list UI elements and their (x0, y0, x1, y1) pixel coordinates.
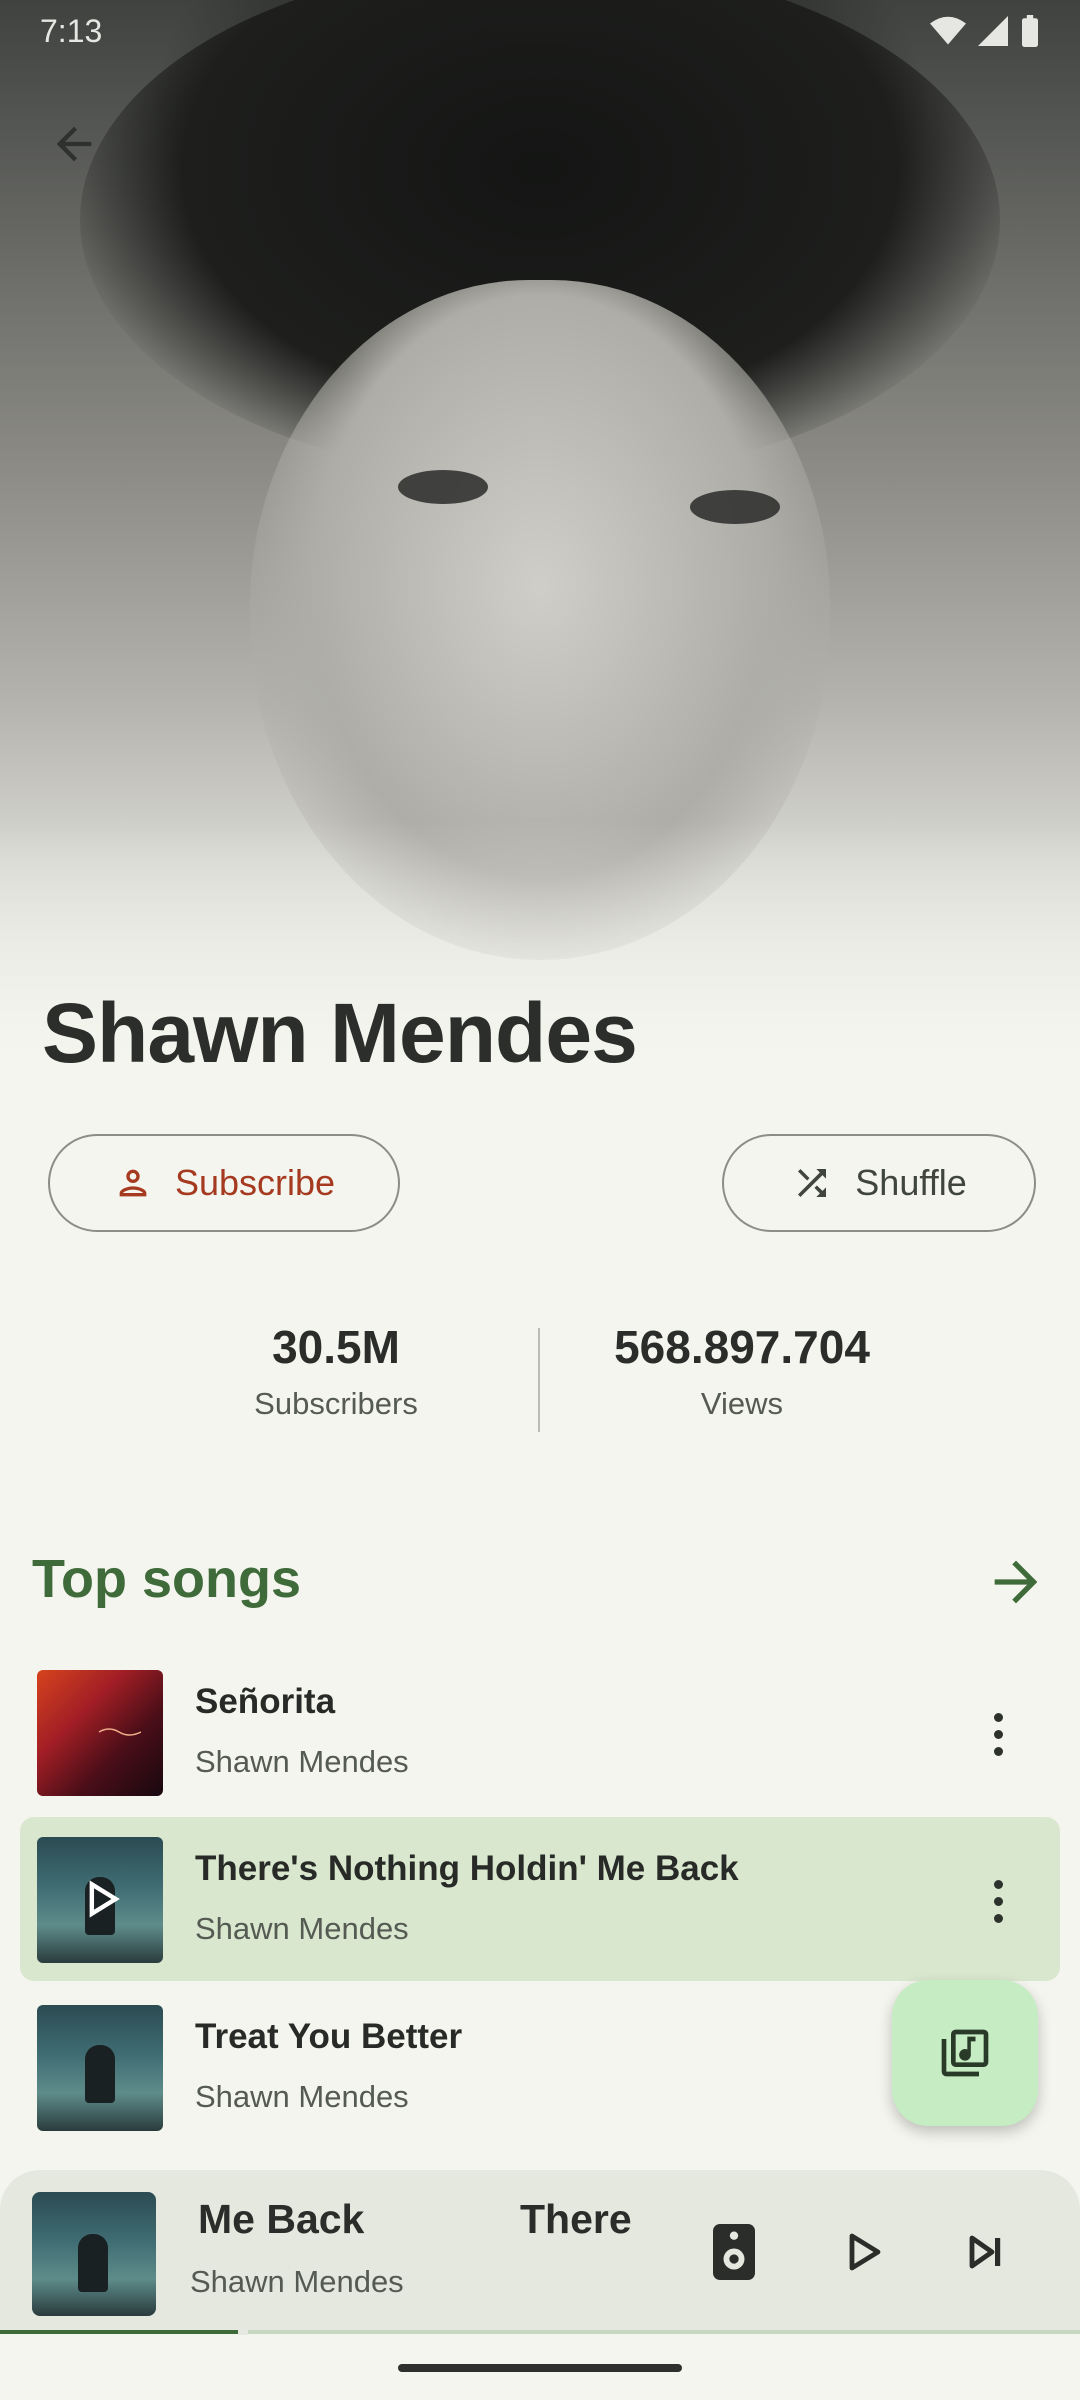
music-library-icon (941, 2029, 989, 2077)
mini-player-title-marquee: There (520, 2196, 632, 2242)
more-vert-icon[interactable] (968, 1861, 1028, 1941)
more-vert-icon[interactable] (968, 1694, 1028, 1774)
artist-name: Shawn Mendes (42, 986, 638, 1080)
mini-player-album-art (32, 2192, 156, 2316)
speaker-button[interactable] (702, 2220, 766, 2284)
artist-stats: 30.5M Subscribers 568.897.704 Views (0, 1320, 1080, 1432)
song-title: Treat You Better (195, 2017, 463, 2056)
song-row-playing[interactable]: There's Nothing Holdin' Me Back Shawn Me… (20, 1817, 1060, 1981)
top-songs-more-button[interactable] (984, 1550, 1048, 1614)
subscribe-label: Subscribe (174, 1162, 336, 1203)
views-label: Views (700, 1386, 784, 1421)
shuffle-icon (798, 1169, 827, 1197)
play-icon (89, 1880, 120, 1918)
wifi-icon (930, 16, 966, 45)
play-button[interactable] (830, 2220, 894, 2284)
playback-progress-fill (0, 2330, 238, 2334)
skip-next-button[interactable] (954, 2220, 1018, 2284)
song-artist: Shawn Mendes (195, 1911, 409, 1946)
views-stat: 568.897.704 Views (592, 1320, 892, 1422)
play-icon (849, 2233, 881, 2271)
album-art (37, 2005, 163, 2131)
arrow-left-icon (56, 126, 92, 162)
album-art (37, 1837, 163, 1963)
mini-player[interactable]: Me Back There Shawn Mendes (0, 2170, 1080, 2330)
stats-divider (538, 1328, 540, 1432)
home-indicator[interactable] (398, 2364, 682, 2372)
subscribers-stat: 30.5M Subscribers (186, 1320, 486, 1422)
album-art (37, 1670, 163, 1796)
views-count: 568.897.704 (614, 1321, 870, 1373)
song-artist: Shawn Mendes (195, 1744, 409, 1779)
arrow-right-icon (994, 1560, 1038, 1604)
status-bar: 7:13 (0, 0, 1080, 62)
mini-player-title: Me Back (198, 2196, 365, 2242)
status-time: 7:13 (40, 12, 103, 49)
subscribe-button[interactable]: Subscribe (48, 1134, 400, 1232)
back-button[interactable] (38, 108, 110, 180)
subscribers-label: Subscribers (254, 1386, 418, 1421)
shuffle-label: Shuffle (855, 1162, 967, 1203)
shuffle-button[interactable]: Shuffle (722, 1134, 1036, 1232)
subscribers-count: 30.5M (272, 1321, 400, 1373)
speaker-icon (713, 2224, 755, 2280)
signal-icon (978, 16, 1008, 46)
song-title: Señorita (195, 1682, 336, 1721)
mini-player-artist: Shawn Mendes (190, 2264, 404, 2299)
skip-next-icon (969, 2235, 1001, 2269)
song-artist: Shawn Mendes (195, 2079, 409, 2114)
playback-progress[interactable] (0, 2329, 1080, 2335)
artist-header-image (0, 0, 1080, 1080)
battery-icon (1022, 15, 1038, 47)
music-library-fab[interactable] (892, 1980, 1038, 2126)
song-row[interactable]: Señorita Shawn Mendes (20, 1650, 1060, 1814)
song-title: There's Nothing Holdin' Me Back (195, 1849, 739, 1888)
person-icon (119, 1169, 147, 1197)
top-songs-title[interactable]: Top songs (32, 1548, 301, 1610)
